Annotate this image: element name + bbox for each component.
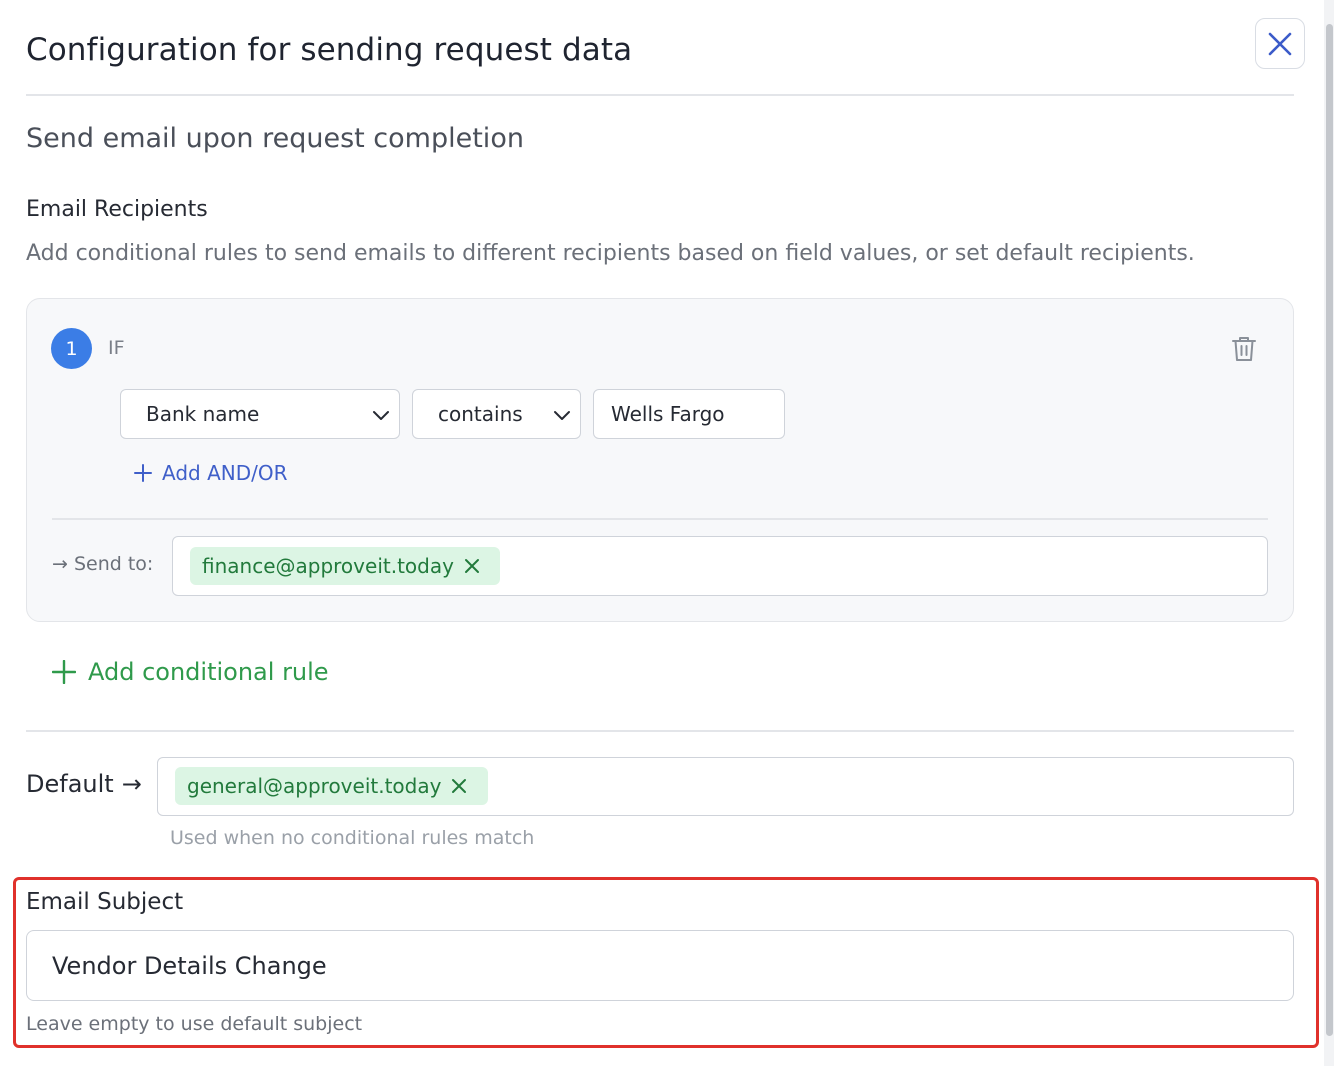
add-and-or-button[interactable]: Add AND/OR (134, 461, 288, 485)
section-divider (26, 730, 1294, 732)
email-subject-hint: Leave empty to use default subject (26, 1013, 363, 1035)
add-conditional-rule-button[interactable]: Add conditional rule (52, 658, 329, 686)
add-and-or-label: Add AND/OR (162, 461, 288, 485)
chevron-down-icon (373, 411, 389, 420)
plus-icon (52, 660, 76, 684)
send-to-label: → Send to: (52, 553, 154, 575)
operator-select-value: contains (438, 402, 523, 426)
remove-recipient-icon[interactable] (464, 558, 480, 574)
email-subject-heading: Email Subject (26, 889, 184, 915)
recipients-heading: Email Recipients (26, 197, 208, 222)
close-icon (1268, 32, 1292, 55)
recipient-chip: finance@approveit.today (190, 547, 500, 585)
configuration-modal: Configuration for sending request data S… (0, 0, 1334, 1066)
recipient-chip: general@approveit.today (175, 767, 488, 805)
recipient-email: general@approveit.today (187, 774, 442, 798)
remove-recipient-icon[interactable] (451, 778, 467, 794)
recipients-description: Add conditional rules to send emails to … (26, 241, 1195, 266)
rule-divider (52, 518, 1268, 520)
trash-icon (1232, 337, 1256, 361)
rule-number-badge: 1 (51, 328, 92, 369)
email-subject-input[interactable]: Vendor Details Change (26, 930, 1294, 1001)
default-label-text: Default (26, 770, 114, 798)
if-label: IF (108, 337, 125, 359)
add-conditional-rule-label: Add conditional rule (88, 658, 329, 686)
arrow-right-icon: → (121, 770, 142, 798)
operator-select[interactable]: contains (412, 389, 581, 439)
close-button[interactable] (1255, 18, 1305, 69)
default-label: Default → (26, 770, 142, 798)
section-heading: Send email upon request completion (26, 123, 524, 154)
modal-title: Configuration for sending request data (26, 32, 633, 68)
condition-value-input[interactable]: Wells Fargo (593, 389, 785, 439)
delete-rule-button[interactable] (1228, 332, 1260, 366)
plus-icon (134, 464, 152, 482)
chevron-down-icon (554, 411, 570, 420)
field-select-value: Bank name (146, 402, 260, 426)
default-hint: Used when no conditional rules match (170, 827, 535, 849)
field-select[interactable]: Bank name (120, 389, 400, 439)
header-divider (26, 94, 1294, 96)
scrollbar-thumb[interactable] (1326, 24, 1333, 1036)
recipient-email: finance@approveit.today (202, 554, 454, 578)
